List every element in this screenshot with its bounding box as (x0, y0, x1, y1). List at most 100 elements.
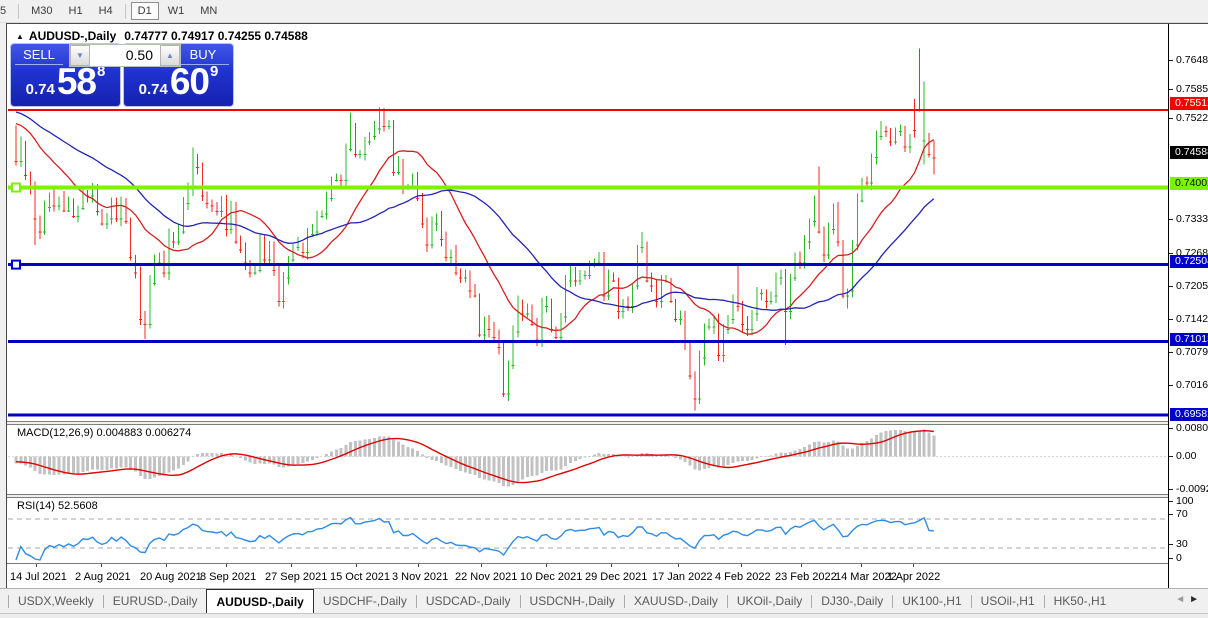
chart-tab-usoil-h1[interactable]: USOil-,H1 (972, 589, 1044, 613)
timeframe-button-m30[interactable]: M30 (24, 2, 59, 20)
chart-tab-xauusd-daily[interactable]: XAUUSD-,Daily (625, 589, 727, 613)
date-tick-mark (741, 564, 742, 567)
date-axis-label: 1 Apr 2022 (887, 571, 941, 583)
chart-window: ▲ AUDUSD-,Daily 0.74777 0.74917 0.74255 … (6, 23, 1208, 590)
chart-tab-eurusd-daily[interactable]: EURUSD-,Daily (104, 589, 207, 613)
date-tick-mark (481, 564, 482, 567)
timeframe-button-h4[interactable]: H4 (92, 2, 120, 20)
date-tick-mark (291, 564, 292, 567)
price-tick-mark (1169, 456, 1173, 457)
date-tick-mark (166, 564, 167, 567)
volume-decrease-button[interactable]: ▼ (70, 45, 90, 66)
timeframe-button-h1[interactable]: H1 (62, 2, 90, 20)
status-strip (0, 613, 1208, 618)
timeframe-button-mn[interactable]: MN (193, 2, 224, 20)
price-tick-label: 0.72055 (1176, 280, 1208, 292)
date-tick-mark (36, 564, 37, 567)
price-tick-mark (1169, 89, 1173, 90)
chart-tab-ukoil-daily[interactable]: UKOil-,Daily (728, 589, 811, 613)
price-level-badge: 0.74002 (1170, 177, 1208, 190)
hline-handle-icon[interactable] (11, 259, 21, 270)
date-tick-mark (418, 564, 419, 567)
price-tick-mark (1169, 118, 1173, 119)
date-axis-label: 23 Feb 2022 (775, 571, 837, 583)
chart-tab-audusd-daily[interactable]: AUDUSD-,Daily (206, 589, 314, 613)
chart-symbol-title: AUDUSD-,Daily (28, 29, 117, 43)
ma-fast-line (15, 122, 935, 335)
chart-tab-usdcnh-daily[interactable]: USDCNH-,Daily (521, 589, 624, 613)
timeframe-button-w1[interactable]: W1 (161, 2, 192, 20)
date-axis-label: 10 Dec 2021 (520, 571, 583, 583)
chart-tab-usdchf-daily[interactable]: USDCHF-,Daily (314, 589, 416, 613)
price-tick-mark (1169, 501, 1173, 502)
trading-platform-window: { "toolbar": { "timeframes": [ {"label":… (0, 0, 1208, 618)
toolbar-separator (18, 3, 20, 19)
chevron-up-icon: ▲ (166, 51, 174, 60)
one-click-trading-panel: SELL 0.74588 BUY 0.74609 ▼ 0.50 ▲ (11, 44, 233, 106)
rsi-indicator-label: RSI(14) 52.5608 (17, 500, 98, 512)
date-axis-label: 29 Dec 2021 (585, 571, 648, 583)
date-tick-mark (546, 564, 547, 567)
price-tick-label: 30 (1176, 538, 1188, 550)
price-tick-label: 0.73330 (1176, 213, 1208, 225)
volume-input[interactable]: 0.50 (90, 45, 160, 66)
date-axis-label: 22 Nov 2021 (455, 571, 518, 583)
date-tick-mark (101, 564, 102, 567)
price-tick-mark (1169, 253, 1173, 254)
price-tick-mark (1169, 219, 1173, 220)
price-tick-mark (1169, 319, 1173, 320)
date-tick-mark (861, 564, 862, 567)
price-tick-label: 0.71425 (1176, 313, 1208, 325)
rsi-pane-canvas[interactable] (8, 498, 1168, 562)
date-tick-mark (913, 564, 914, 567)
chart-tab-uk100-h1[interactable]: UK100-,H1 (893, 589, 970, 613)
chart-tab-usdx-weekly[interactable]: USDX,Weekly (9, 589, 103, 613)
date-axis-label: 2 Aug 2021 (75, 571, 131, 583)
tab-scroll-left-icon[interactable]: ◄ (1175, 594, 1189, 605)
date-axis[interactable]: 14 Jul 2021 2 Aug 2021 20 Aug 2021 8 Sep 20… (7, 563, 1168, 590)
date-axis-label: 17 Jan 2022 (652, 571, 713, 583)
price-level-badge: 0.74588 (1170, 146, 1208, 159)
price-tick-mark (1169, 544, 1173, 545)
sell-price: 0.74588 (11, 61, 120, 103)
date-tick-mark (801, 564, 802, 567)
collapse-chart-icon[interactable]: ▲ (16, 32, 24, 41)
date-axis-label: 27 Sep 2021 (265, 571, 328, 583)
chart-tab-usdcad-daily[interactable]: USDCAD-,Daily (417, 589, 520, 613)
price-axis[interactable]: 0.764800.758500.752200.733300.726850.720… (1168, 24, 1208, 589)
price-tick-label: 0.76480 (1176, 54, 1208, 66)
price-level-badge: 0.72504 (1170, 255, 1208, 268)
toolbar-separator (124, 3, 126, 19)
price-level-badge: 0.71013 (1170, 333, 1208, 346)
date-axis-label: 14 Jul 2021 (10, 571, 67, 583)
macd-indicator-label: MACD(12,26,9) 0.004883 0.006274 (17, 427, 192, 439)
date-tick-mark (356, 564, 357, 567)
price-tick-label: 0.75220 (1176, 112, 1208, 124)
price-tick-label: 70 (1176, 508, 1188, 520)
price-tick-label: -0.00928 (1176, 483, 1208, 495)
buy-price-pip-digit: 9 (210, 63, 219, 80)
buy-price-prefix: 0.74 (138, 81, 168, 98)
date-axis-label: 15 Oct 2021 (330, 571, 390, 583)
price-tick-mark (1169, 514, 1173, 515)
hline-handle-icon[interactable] (11, 182, 21, 193)
price-tick-label: 0.70165 (1176, 379, 1208, 391)
date-tick-mark (678, 564, 679, 567)
sell-price-prefix: 0.74 (25, 81, 55, 98)
price-tick-mark (1169, 352, 1173, 353)
price-level-badge: 0.69582 (1170, 408, 1208, 421)
price-tick-label: 0 (1176, 552, 1182, 564)
chart-tab-hk50-h1[interactable]: HK50-,H1 (1045, 589, 1116, 613)
date-tick-mark (226, 564, 227, 567)
price-tick-mark (1169, 489, 1173, 490)
price-level-badge: 0.75512 (1170, 97, 1208, 110)
timeframe-button-5[interactable]: 5 (0, 2, 13, 20)
timeframe-toolbar: 5 M30 H1 H4 D1 W1 MN (0, 0, 1208, 23)
chevron-down-icon: ▼ (76, 51, 84, 60)
candle-bodies-up (19, 125, 926, 400)
timeframe-button-d1[interactable]: D1 (130, 2, 159, 20)
tab-scroll-right-icon[interactable]: ► (1189, 594, 1203, 605)
date-axis-label: 20 Aug 2021 (140, 571, 202, 583)
chart-tab-dj30-daily[interactable]: DJ30-,Daily (812, 589, 892, 613)
volume-increase-button[interactable]: ▲ (160, 45, 180, 66)
